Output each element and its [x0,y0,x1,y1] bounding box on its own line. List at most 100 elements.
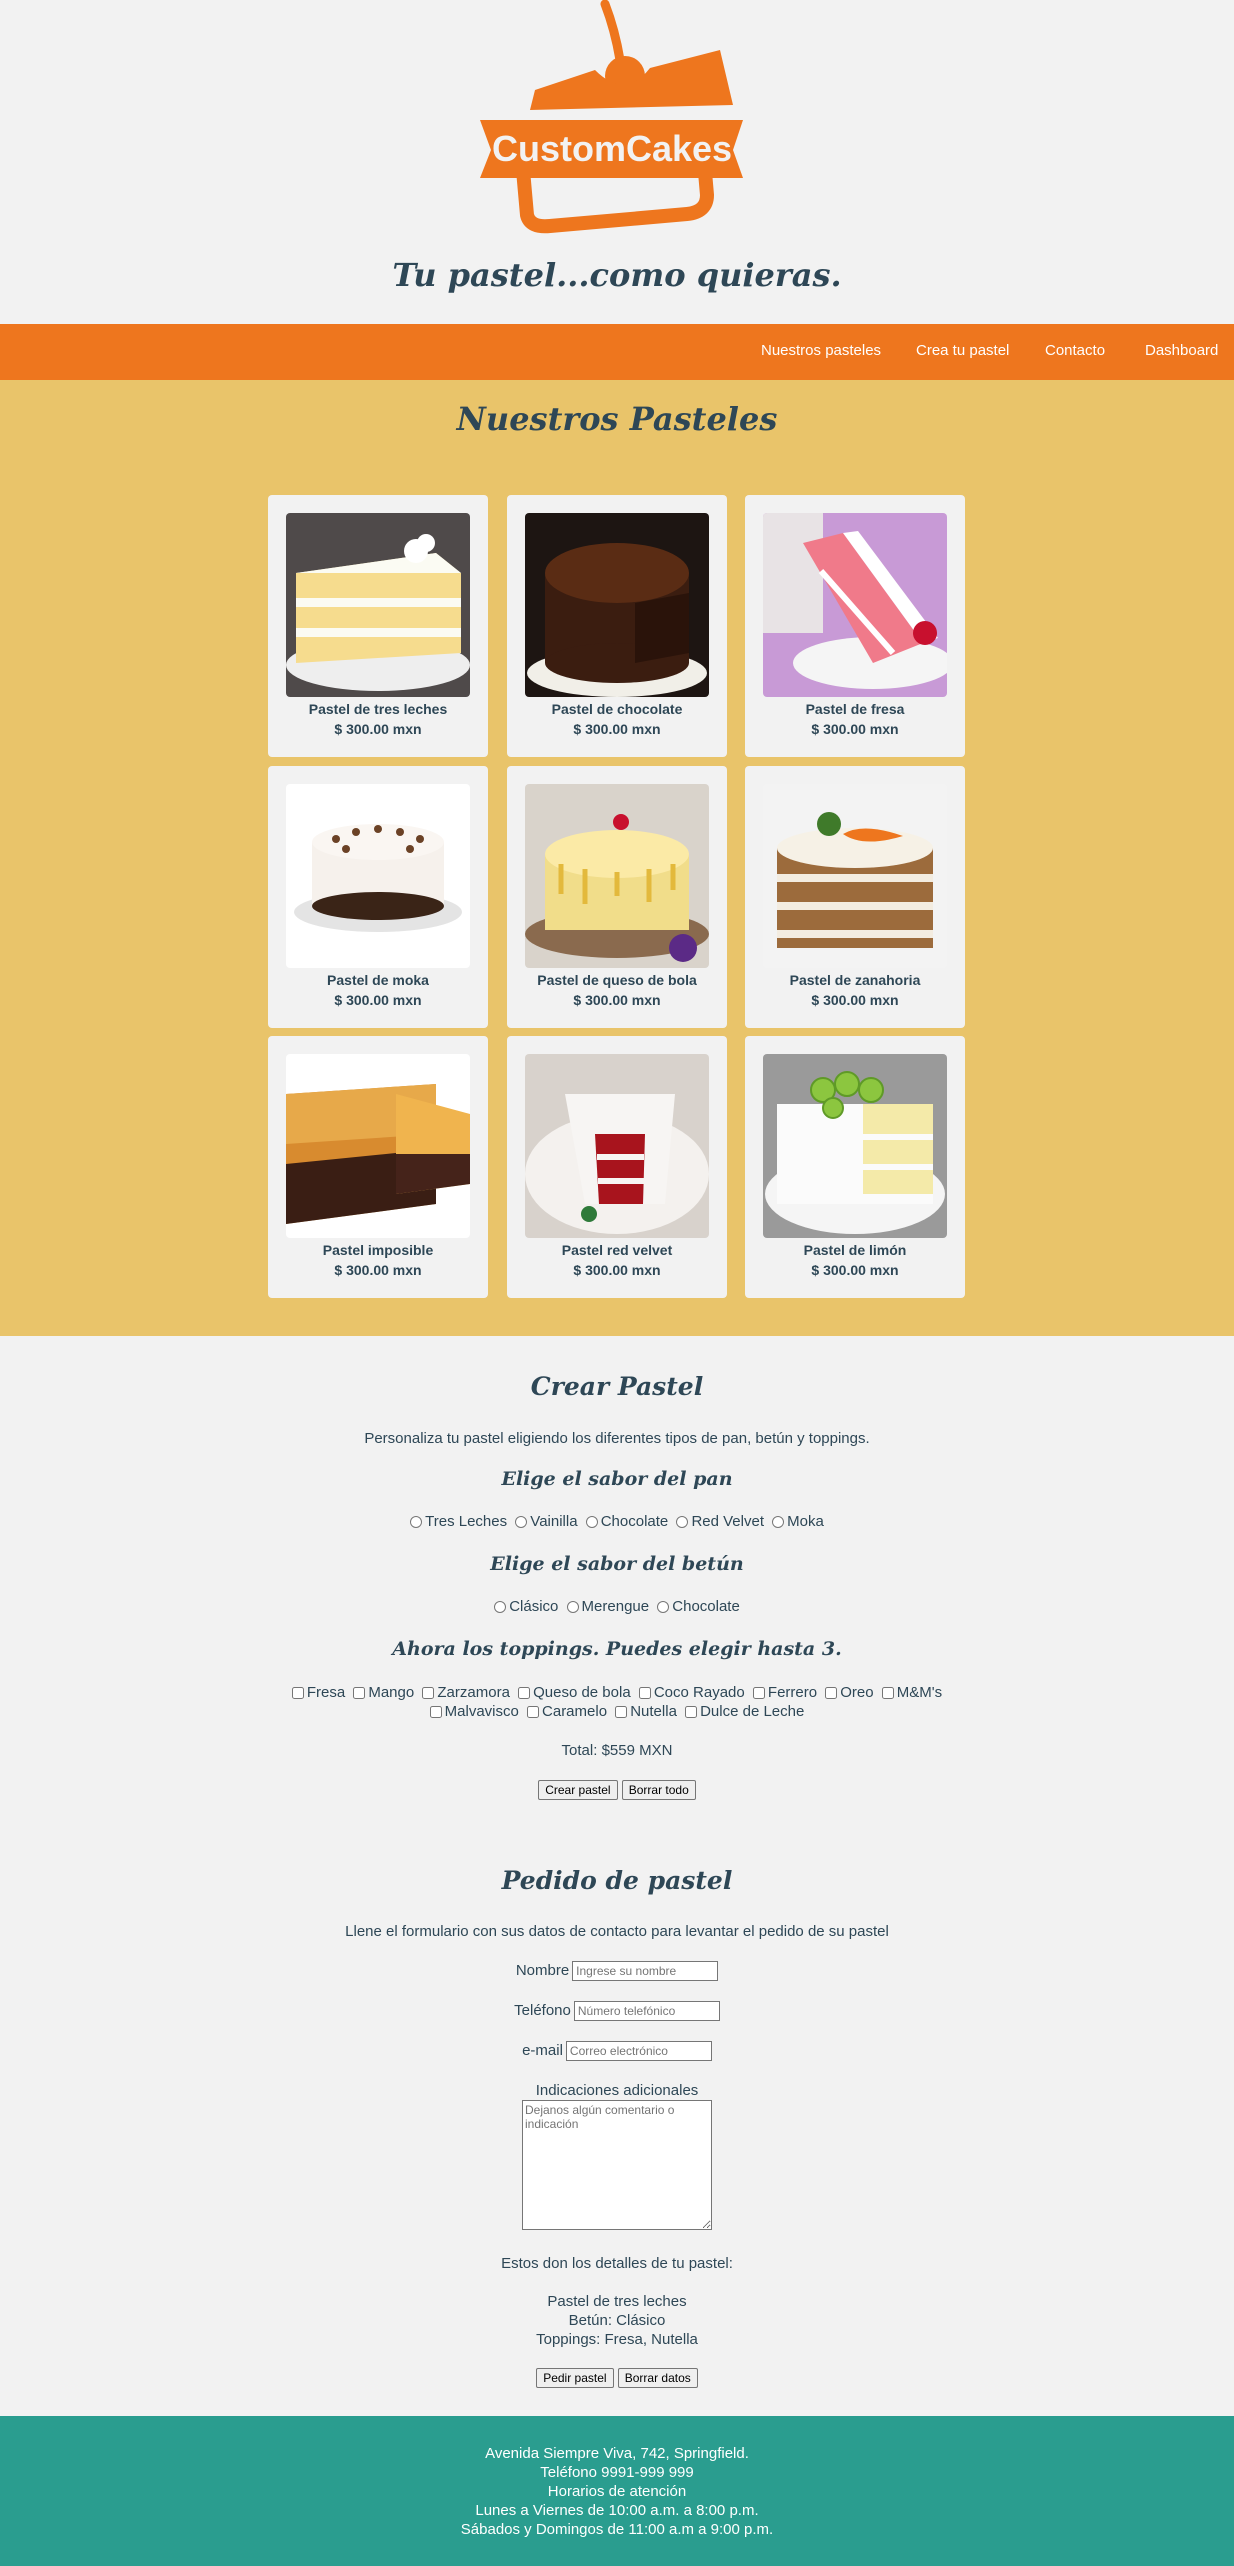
bread-title: Elige el sabor del pan [501,1468,733,1490]
queso-de-bola-cake-image [525,784,709,968]
cakes-section: Nuestros Pasteles Pastel de tres leches … [0,380,1234,1336]
checkbox-input[interactable] [518,1686,531,1699]
bread-option-vainilla[interactable]: Vainilla [515,1513,578,1530]
nav-item-crea-tu-pastel[interactable]: Crea tu pastel [916,342,1009,359]
radio-input[interactable] [676,1515,689,1528]
topping-caramelo[interactable]: Caramelo [527,1703,607,1720]
cake-logo-icon: CustomCakes [480,0,743,234]
cake-card[interactable]: Pastel de tres leches $ 300.00 mxn [268,495,488,757]
option-label: Mango [368,1684,415,1701]
bread-options: Tres Leches Vainilla Chocolate Red Velve… [0,1513,1234,1532]
frosting-title: Elige el sabor del betún [490,1553,744,1575]
cakes-section-title: Nuestros Pasteles [456,400,778,438]
option-label: Coco Rayado [653,1684,745,1701]
nav-item-nuestros-pasteles[interactable]: Nuestros pasteles [761,342,881,359]
bread-option-moka[interactable]: Moka [772,1513,824,1530]
topping-ferrero[interactable]: Ferrero [752,1684,818,1701]
clear-data-button[interactable]: Borrar datos [617,2368,698,2388]
navbar: Nuestros pasteles Crea tu pastel Contact… [0,324,1234,380]
footer-weekend-hours: Sábados y Domingos de 11:00 a.m a 9:00 p… [460,2521,774,2538]
radio-input[interactable] [566,1600,579,1613]
clear-all-button[interactable]: Borrar todo [621,1780,696,1800]
cake-name: Pastel imposible [322,1242,434,1258]
cake-name: Pastel de queso de bola [537,972,697,988]
frosting-option-chocolate[interactable]: Chocolate [657,1598,740,1615]
topping-coco-rayado[interactable]: Coco Rayado [638,1684,745,1701]
phone-input[interactable] [573,2001,720,2021]
cake-price: $ 300.00 mxn [334,1262,422,1278]
option-label: Oreo [840,1684,874,1701]
email-input[interactable] [565,2041,712,2061]
nav-item-contacto[interactable]: Contacto [1045,342,1105,359]
checkbox-input[interactable] [291,1686,304,1699]
builder-buttons: Crear pastel Borrar todo [0,1780,1234,1800]
checkbox-input[interactable] [752,1686,765,1699]
cake-card[interactable]: Pastel red velvet $ 300.00 mxn [507,1036,727,1298]
bread-option-red-velvet[interactable]: Red Velvet [676,1513,764,1530]
checkbox-input[interactable] [638,1686,651,1699]
cake-price: $ 300.00 mxn [334,721,422,737]
checkbox-input[interactable] [527,1705,540,1718]
frosting-option-clasico[interactable]: Clásico [494,1598,558,1615]
checkbox-input[interactable] [825,1686,838,1699]
option-label: Zarzamora [437,1684,510,1701]
cake-card[interactable]: Pastel de fresa $ 300.00 mxn [745,495,965,757]
builder-description: Personaliza tu pastel eligiendo los dife… [364,1430,870,1447]
order-cake-button[interactable]: Pedir pastel [536,2368,614,2388]
notes-label: Indicaciones adicionales [535,2082,699,2099]
cake-card[interactable]: Pastel imposible $ 300.00 mxn [268,1036,488,1298]
checkbox-input[interactable] [422,1686,435,1699]
cake-name: Pastel de limón [803,1242,907,1258]
radio-input[interactable] [585,1515,598,1528]
moka-cake-image [286,784,470,968]
cake-card[interactable]: Pastel de limón $ 300.00 mxn [745,1036,965,1298]
lemon-cake-image [763,1054,947,1238]
topping-mms[interactable]: M&M's [881,1684,942,1701]
bread-option-chocolate[interactable]: Chocolate [585,1513,668,1530]
bread-option-tres-leches[interactable]: Tres Leches [410,1513,507,1530]
cake-card[interactable]: Pastel de queso de bola $ 300.00 mxn [507,766,727,1028]
topping-zarzamora[interactable]: Zarzamora [422,1684,510,1701]
cake-name: Pastel de fresa [805,701,905,717]
cake-price: $ 300.00 mxn [573,721,661,737]
frosting-option-merengue[interactable]: Merengue [566,1598,649,1615]
cake-card[interactable]: Pastel de moka $ 300.00 mxn [268,766,488,1028]
checkbox-input[interactable] [685,1705,698,1718]
checkbox-input[interactable] [429,1705,442,1718]
radio-input[interactable] [494,1600,507,1613]
topping-malvavisco[interactable]: Malvavisco [429,1703,519,1720]
radio-input[interactable] [410,1515,423,1528]
topping-dulce-de-leche[interactable]: Dulce de Leche [685,1703,804,1720]
detail-cake: Pastel de tres leches [547,2293,687,2310]
option-label: Chocolate [672,1598,740,1615]
option-label: Vainilla [530,1513,578,1530]
topping-fresa[interactable]: Fresa [291,1684,346,1701]
nav-item-dashboard[interactable]: Dashboard [1145,342,1218,359]
radio-input[interactable] [515,1515,528,1528]
topping-oreo[interactable]: Oreo [825,1684,874,1701]
tres-leches-cake-image [286,513,470,697]
cake-price: $ 300.00 mxn [334,992,422,1008]
checkbox-input[interactable] [881,1686,894,1699]
cake-price: $ 300.00 mxn [811,992,899,1008]
checkbox-input[interactable] [615,1705,628,1718]
chocolate-cake-image [525,513,709,697]
name-input[interactable] [572,1961,719,1981]
radio-input[interactable] [772,1515,785,1528]
cake-name: Pastel de moka [327,972,429,988]
topping-mango[interactable]: Mango [353,1684,414,1701]
notes-textarea[interactable] [522,2100,712,2230]
topping-nutella[interactable]: Nutella [615,1703,677,1720]
footer: Avenida Siempre Viva, 742, Springfield. … [0,2416,1234,2566]
create-cake-button[interactable]: Crear pastel [538,1780,618,1800]
option-label: Moka [787,1513,824,1530]
checkbox-input[interactable] [353,1686,366,1699]
option-label: Clásico [509,1598,559,1615]
option-label: Ferrero [767,1684,818,1701]
tagline: Tu pastel...como quieras. [392,256,842,294]
cake-card[interactable]: Pastel de chocolate $ 300.00 mxn [507,495,727,757]
topping-queso-de-bola[interactable]: Queso de bola [518,1684,631,1701]
radio-input[interactable] [657,1600,670,1613]
option-label: Fresa [306,1684,346,1701]
cake-card[interactable]: Pastel de zanahoria $ 300.00 mxn [745,766,965,1028]
